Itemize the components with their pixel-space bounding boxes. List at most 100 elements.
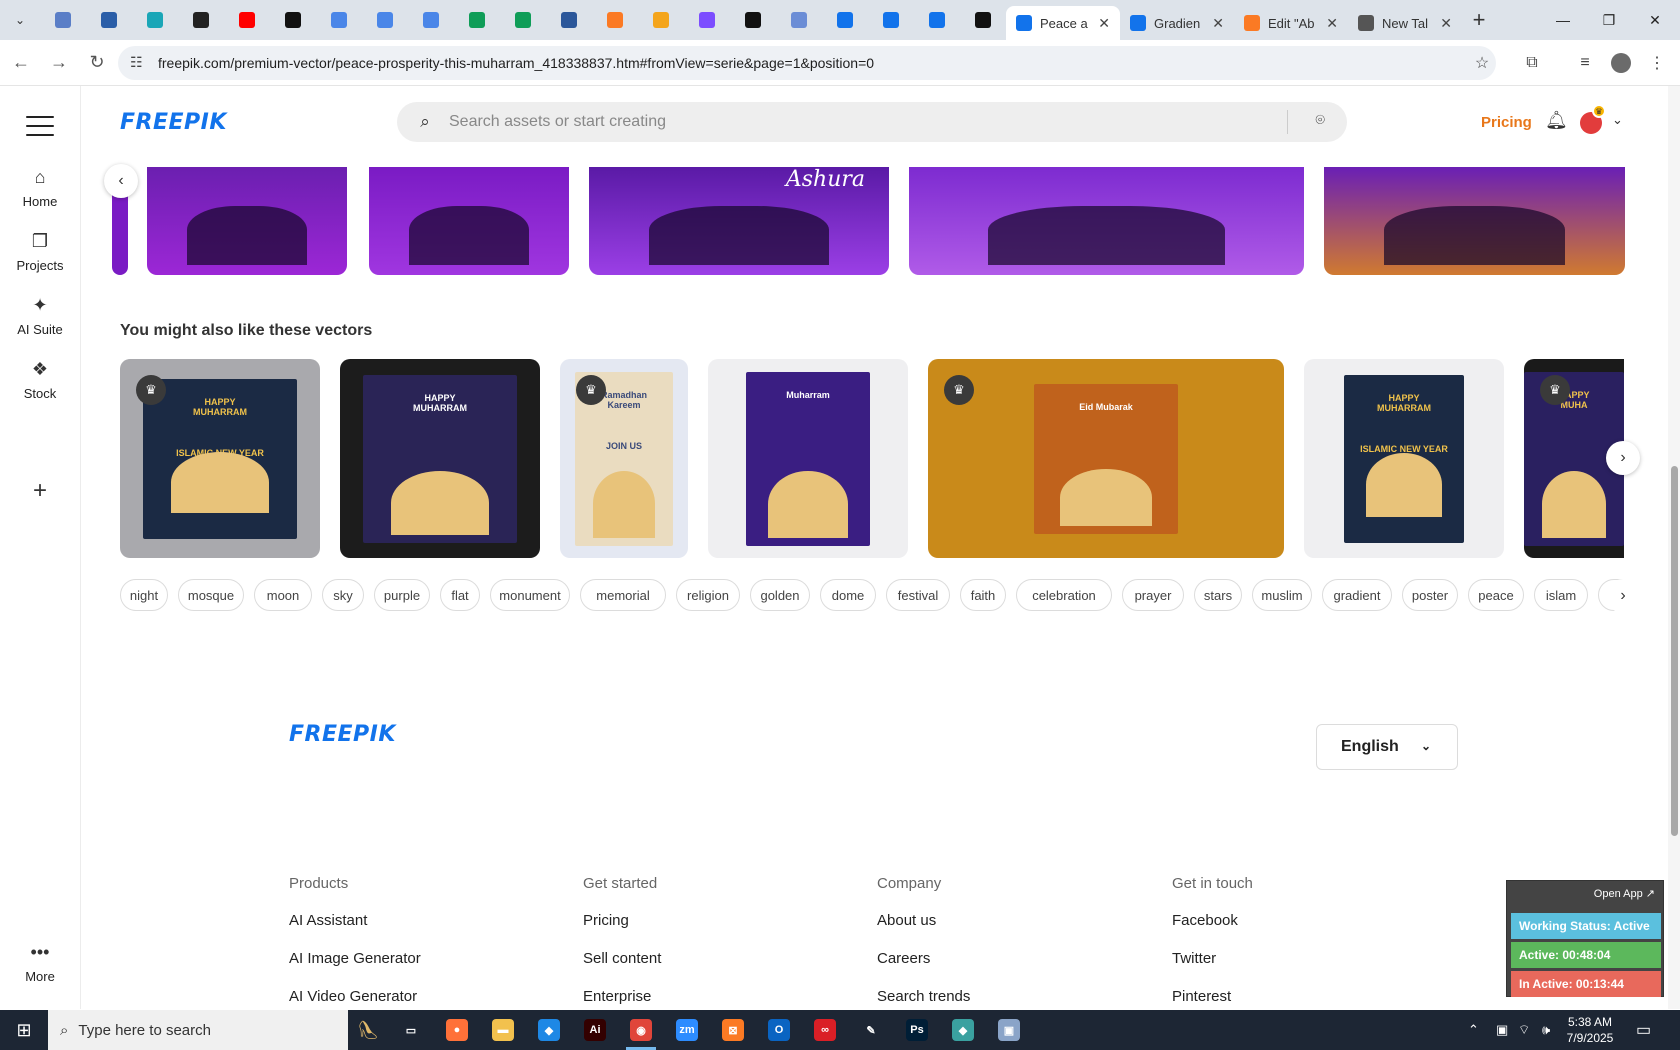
sidebar-item-projects[interactable]: ❐ Projects [0,224,80,280]
tag-chip[interactable]: stars [1194,579,1242,611]
media-control-icon[interactable]: ≡ [1568,46,1602,80]
search-bar[interactable]: ⌕ Search assets or start creating ⌾ [397,102,1347,142]
vector-card[interactable]: Muharram [708,359,908,558]
sidebar-item-home[interactable]: ⌂ Home [0,160,80,216]
browser-tab[interactable]: Gradien ✕ [1120,6,1234,40]
volume-icon[interactable]: 🕪︎ [1542,1010,1550,1050]
screen-icon[interactable]: ▣ [986,1010,1032,1050]
pinned-tab[interactable] [40,4,86,36]
pinned-tab[interactable] [362,4,408,36]
tag-chip[interactable]: prayer [1122,579,1184,611]
new-tab-button[interactable]: + [1462,3,1496,37]
footer-link[interactable]: Careers [877,950,930,967]
xampp-icon[interactable]: ⊠ [710,1010,756,1050]
vector-card[interactable]: HAPPY MUHARRAM [340,359,540,558]
footer-link[interactable]: Twitter [1172,950,1216,967]
extensions-icon[interactable]: ⧉ [1515,46,1549,80]
pricing-link[interactable]: Pricing [1481,114,1532,131]
footer-link[interactable]: Pricing [583,912,629,929]
tray-chevron-icon[interactable]: ⌃ [1468,1010,1479,1050]
system-clock[interactable]: 5:38 AM 7/9/2025 [1560,1014,1620,1046]
tag-chip[interactable]: moon [254,579,312,611]
pinned-tab[interactable] [132,4,178,36]
file-explorer-icon[interactable]: ▬ [480,1010,526,1050]
back-button[interactable]: ← [4,46,38,80]
pinned-tab[interactable] [592,4,638,36]
profile-avatar-icon[interactable] [1604,46,1638,80]
browser-menu-icon[interactable]: ⋮ [1640,46,1674,80]
outlook-icon[interactable]: O [756,1010,802,1050]
close-icon[interactable]: ✕ [1440,15,1452,32]
creative-cloud-icon[interactable]: ∞ [802,1010,848,1050]
vector-thumbnail[interactable] [369,167,569,275]
tag-chip[interactable]: memorial [580,579,666,611]
footer-logo[interactable]: FREEPIK [289,722,396,747]
pinned-tab[interactable] [270,4,316,36]
footer-link[interactable]: About us [877,912,936,929]
close-icon[interactable]: ✕ [1098,15,1110,32]
pinned-tab[interactable] [178,4,224,36]
vector-thumbnail[interactable] [909,167,1304,275]
tag-chip[interactable]: celebration [1016,579,1112,611]
pinned-tab[interactable] [638,4,684,36]
site-info-icon[interactable]: ☷ [130,54,143,71]
tag-chip[interactable]: poster [1402,579,1458,611]
pinned-tab[interactable] [408,4,454,36]
pinned-tab[interactable] [454,4,500,36]
menu-icon[interactable] [26,116,54,136]
pinned-tab[interactable] [868,4,914,36]
zoom-icon[interactable]: zm [664,1010,710,1050]
scrollbar-thumb[interactable] [1671,466,1678,836]
taskbar-search[interactable]: ⌕ Type here to search [48,1010,348,1050]
chevron-down-icon[interactable]: ⌄ [1612,112,1623,128]
address-bar[interactable]: ☷ freepik.com/premium-vector/peace-prosp… [118,46,1496,80]
pen-tool-icon[interactable]: ✎ [848,1010,894,1050]
notifications-icon[interactable]: ▭ [1636,1010,1651,1050]
tag-chip[interactable]: golden [750,579,810,611]
browser-tab[interactable]: Peace a ✕ [1006,6,1120,40]
taskbar-search-input[interactable]: Type here to search [78,1022,211,1039]
chrome-icon[interactable]: ◉ [618,1010,664,1050]
notification-bell-icon[interactable]: 🔔︎ [1545,110,1568,131]
pinned-tab[interactable] [822,4,868,36]
tag-chip[interactable]: peace [1468,579,1524,611]
tags-next-button[interactable]: › [1606,579,1640,613]
pinned-tab[interactable] [960,4,1006,36]
footer-link[interactable]: AI Assistant [289,912,367,929]
browser-tab[interactable]: New Tal ✕ [1348,6,1462,40]
carousel-next-button[interactable]: › [1606,441,1640,475]
tag-chip[interactable]: monument [490,579,570,611]
tag-chip[interactable]: purple [374,579,430,611]
sidebar-more[interactable]: ••• More [0,935,80,991]
footer-link[interactable]: Pinterest [1172,988,1231,1005]
illustrator-icon[interactable]: Ai [572,1010,618,1050]
vector-card[interactable]: Eid Mubarak ♛ [928,359,1284,558]
close-icon[interactable]: ✕ [1212,15,1224,32]
vector-card[interactable]: HAPPY MUHARRAM ISLAMIC NEW YEAR 1443 AH♛ [120,359,320,558]
vector-card[interactable]: Ramadhan Kareem JOIN US ♛ [560,359,688,558]
pinned-tab[interactable] [500,4,546,36]
pinned-tab[interactable] [776,4,822,36]
vscode-icon[interactable]: ◆ [526,1010,572,1050]
footer-link[interactable]: Sell content [583,950,661,967]
camera-icon[interactable]: ⌾ [1315,112,1325,130]
pinned-tab[interactable] [316,4,362,36]
browser-tab[interactable]: Edit "Ab ✕ [1234,6,1348,40]
freepik-logo[interactable]: FREEPIK [120,110,227,135]
sidebar-item-ai-suite[interactable]: ✦ AI Suite [0,288,80,344]
photoshop-icon[interactable]: Ps [894,1010,940,1050]
pinned-tab[interactable] [914,4,960,36]
close-icon[interactable]: ✕ [1326,15,1338,32]
tag-chip[interactable]: gradient [1322,579,1392,611]
close-window-button[interactable]: ✕ [1632,0,1678,40]
language-selector[interactable]: English ⌄ [1316,724,1458,770]
footer-link[interactable]: AI Video Generator [289,988,417,1005]
tag-chip[interactable]: festival [886,579,950,611]
pinned-tab[interactable] [224,4,270,36]
vector-thumbnail[interactable] [147,167,347,275]
vector-card[interactable]: HAPPY MUHARRAM ISLAMIC NEW YEAR 1443 AH [1304,359,1504,558]
sidebar-item-stock[interactable]: ❖ Stock [0,352,80,408]
tag-chip[interactable]: faith [960,579,1006,611]
minimize-button[interactable]: — [1540,0,1586,40]
vector-thumbnail[interactable]: Ashura [589,167,889,275]
